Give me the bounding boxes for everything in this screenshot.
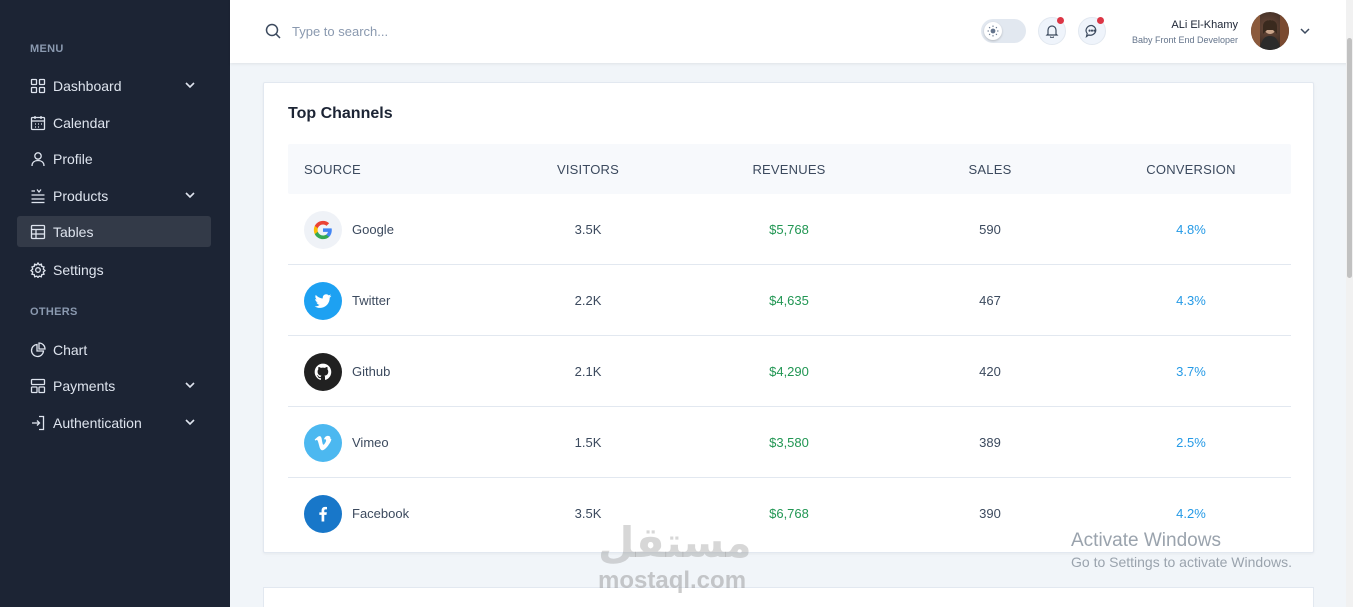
visitors-cell: 3.5K [574, 222, 602, 237]
column-header-revenues: REVENUES [752, 162, 826, 177]
table-icon [30, 224, 46, 240]
user-role: Baby Front End Developer [1131, 35, 1238, 45]
chevron-down-icon[interactable] [183, 378, 197, 392]
visitors-cell: 2.1K [574, 364, 602, 379]
sidebar-item-label: Products [53, 187, 109, 204]
table-header: SOURCE VISITORS REVENUES SALES CONVERSIO… [288, 144, 1291, 194]
top-channels-card: Top Channels SOURCE VISITORS REVENUES SA… [263, 82, 1314, 553]
sidebar-item-label: Authentication [53, 414, 142, 431]
sidebar-item-label: Chart [53, 341, 88, 358]
conversion-cell: 4.8% [1176, 222, 1206, 237]
revenue-cell: $3,580 [769, 435, 809, 450]
top-header: ALi El-Khamy Baby Front End Developer [230, 0, 1353, 63]
others-heading: OTHERS [30, 306, 78, 318]
sales-cell: 390 [979, 506, 1001, 521]
sales-cell: 590 [979, 222, 1001, 237]
sidebar-item-dashboard[interactable]: Dashboard [17, 70, 211, 101]
sidebar-item-profile[interactable]: Profile [17, 143, 211, 174]
vimeo-icon [304, 424, 342, 462]
layout-icon [30, 378, 46, 394]
gear-icon [30, 261, 46, 278]
facebook-icon [304, 495, 342, 533]
menu-heading: MENU [30, 43, 64, 55]
notification-button[interactable] [1038, 17, 1066, 45]
sun-icon [984, 22, 1002, 40]
sidebar-item-tables[interactable]: Tables [17, 216, 211, 247]
sales-cell: 467 [979, 293, 1001, 308]
message-dot [1097, 17, 1104, 24]
table-row: Google 3.5K $5,768 590 4.8% [288, 194, 1291, 265]
sidebar-item-chart[interactable]: Chart [17, 334, 211, 365]
chevron-down-icon[interactable] [183, 188, 197, 202]
mostaql-logo-arabic: مستقل [598, 519, 752, 566]
table-row: Twitter 2.2K $4,635 467 4.3% [288, 265, 1291, 336]
theme-toggle[interactable] [981, 19, 1026, 43]
user-name: ALi El-Khamy [1171, 19, 1238, 31]
column-header-visitors: VISITORS [556, 162, 620, 177]
bell-icon [1045, 25, 1059, 38]
source-name: Google [352, 222, 394, 237]
scrollbar-thumb[interactable] [1347, 38, 1352, 278]
github-icon [304, 353, 342, 391]
column-header-sales: SALES [968, 162, 1012, 177]
table-row: Github 2.1K $4,290 420 3.7% [288, 336, 1291, 407]
calendar-icon [30, 115, 46, 131]
sidebar-item-payments[interactable]: Payments [17, 370, 211, 401]
chat-icon [1085, 24, 1097, 38]
source-name: Vimeo [352, 435, 389, 450]
sidebar-item-label: Settings [53, 261, 104, 278]
list-icon [30, 188, 46, 204]
messages-button[interactable] [1078, 17, 1106, 45]
conversion-cell: 3.7% [1176, 364, 1206, 379]
table-row: Vimeo 1.5K $3,580 389 2.5% [288, 407, 1291, 478]
revenue-cell: $6,768 [769, 506, 809, 521]
sidebar: MENU Dashboard Calendar Profile Products… [0, 0, 230, 607]
sidebar-item-label: Profile [53, 150, 93, 167]
sidebar-item-products[interactable]: Products [17, 180, 211, 211]
chevron-down-icon[interactable] [1298, 24, 1312, 38]
conversion-cell: 2.5% [1176, 435, 1206, 450]
user-icon [30, 151, 46, 167]
sales-cell: 420 [979, 364, 1001, 379]
search-icon[interactable] [264, 22, 282, 40]
revenue-cell: $4,635 [769, 293, 809, 308]
notification-dot [1057, 17, 1064, 24]
conversion-cell: 4.2% [1176, 506, 1206, 521]
next-card [263, 587, 1314, 607]
activate-windows-subtitle: Go to Settings to activate Windows. [1071, 554, 1292, 570]
source-name: Twitter [352, 293, 391, 308]
sidebar-item-label: Tables [53, 223, 94, 240]
sidebar-item-calendar[interactable]: Calendar [17, 107, 211, 138]
sales-cell: 389 [979, 435, 1001, 450]
google-icon [304, 211, 342, 249]
mostaql-logo-text: mostaql.com [598, 567, 747, 594]
activate-windows-watermark: Activate Windows Go to Settings to activ… [1071, 530, 1292, 570]
sidebar-item-label: Dashboard [53, 77, 122, 94]
sidebar-item-label: Payments [53, 377, 116, 394]
visitors-cell: 2.2K [574, 293, 602, 308]
chevron-down-icon[interactable] [183, 415, 197, 429]
login-icon [30, 415, 46, 431]
visitors-cell: 1.5K [574, 435, 602, 450]
search-input[interactable] [292, 19, 592, 43]
conversion-cell: 4.3% [1176, 293, 1206, 308]
sidebar-item-settings[interactable]: Settings [17, 254, 211, 285]
pie-chart-icon [30, 341, 46, 358]
chevron-down-icon[interactable] [183, 78, 197, 92]
column-header-source: SOURCE [304, 162, 361, 177]
card-title: Top Channels [288, 105, 393, 122]
revenue-cell: $5,768 [769, 222, 809, 237]
avatar[interactable] [1251, 12, 1289, 50]
column-header-conversion: CONVERSION [1146, 162, 1236, 177]
revenue-cell: $4,290 [769, 364, 809, 379]
grid-icon [30, 78, 46, 94]
activate-windows-title: Activate Windows [1071, 530, 1221, 551]
twitter-icon [304, 282, 342, 320]
sidebar-item-authentication[interactable]: Authentication [17, 407, 211, 438]
sidebar-item-label: Calendar [53, 114, 110, 131]
source-name: Github [352, 364, 391, 379]
source-name: Facebook [352, 506, 410, 521]
page-scrollbar[interactable] [1346, 0, 1353, 607]
